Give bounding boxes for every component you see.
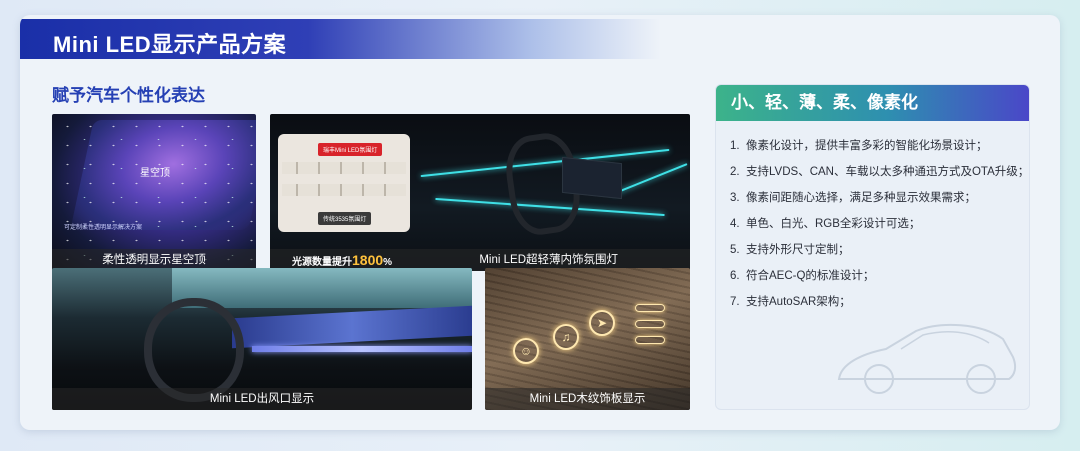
control-bar xyxy=(635,320,665,328)
wood-panel-caption: Mini LED木纹饰板显示 xyxy=(485,388,690,410)
led-strip xyxy=(282,184,406,196)
list-item: 1. 像素化设计，提供丰富多彩的智能化场景设计； xyxy=(730,140,988,152)
music-note-icon: ♫ xyxy=(553,324,579,350)
wood-panel-image: ☺ ♫ ➤ Mini LED木纹饰板显示 xyxy=(485,268,690,410)
control-bar xyxy=(635,336,665,344)
list-item: 5. 支持外形尺寸定制； xyxy=(730,244,850,256)
boost-label: 光源数量提升 xyxy=(292,257,352,268)
list-item: 2. 支持LVDS、CAN、车载以太多种通迅方式及OTA升级； xyxy=(730,166,1030,178)
boost-stat: 光源数量提升1800% xyxy=(292,252,392,268)
starry-roof-note: 可定制柔性透明显示解决方案 xyxy=(64,225,143,231)
features-list: 1. 像素化设计，提供丰富多彩的智能化场景设计； 2. 支持LVDS、CAN、车载以… xyxy=(716,121,1029,315)
comparison-inset: 瑞丰Mini LED氛围灯 传统3535氛围灯 xyxy=(278,134,410,232)
starry-roof-image: 星空顶 可定制柔性透明显示解决方案 柔性透明显示星空顶 xyxy=(52,114,256,271)
list-item: 4. 单色、白光、RGB全彩设计可选； xyxy=(730,218,921,230)
car-outline-icon xyxy=(837,323,1017,394)
led-strip xyxy=(282,162,406,174)
stars-pattern xyxy=(52,114,256,271)
title-bar: Mini LED显示产品方案 xyxy=(20,19,660,59)
slide-card: Mini LED显示产品方案 赋予汽车个性化表达 星空顶 可定制柔性透明显示解决… xyxy=(20,15,1060,430)
ambient-light-strip xyxy=(612,163,688,195)
boost-value: 1800 xyxy=(352,252,384,268)
face-icon: ☺ xyxy=(513,338,539,364)
features-panel-title: 小、轻、薄、柔、像素化 xyxy=(716,85,1029,121)
air-vent-display xyxy=(252,346,472,352)
air-vent-caption: Mini LED出风口显示 xyxy=(52,388,472,410)
navigation-icon: ➤ xyxy=(589,310,615,336)
air-vent-image: Mini LED出风口显示 xyxy=(52,268,472,410)
traditional-led-tag: 传统3535氛围灯 xyxy=(318,212,372,225)
list-item: 6. 符合AEC-Q的标准设计； xyxy=(730,270,875,282)
page-title: Mini LED显示产品方案 xyxy=(53,32,287,57)
mini-led-tag: 瑞丰Mini LED氛围灯 xyxy=(318,143,383,156)
dashboard-screen xyxy=(562,156,622,200)
boost-unit: % xyxy=(383,257,393,268)
starry-roof-label: 星空顶 xyxy=(140,168,170,179)
steering-wheel xyxy=(144,298,244,402)
section-subtitle: 赋予汽车个性化表达 xyxy=(52,86,205,105)
control-bar xyxy=(635,304,665,312)
ambient-light-image: 瑞丰Mini LED氛围灯 传统3535氛围灯 Mini LED超轻薄内饰氛围灯… xyxy=(270,114,690,271)
list-item: 3. 像素间距随心选择，满足多种显示效果需求； xyxy=(730,192,976,204)
windshield xyxy=(172,268,472,308)
dashboard-screen xyxy=(232,305,472,349)
features-panel: 小、轻、薄、柔、像素化 1. 像素化设计，提供丰富多彩的智能化场景设计； 2. 支持… xyxy=(715,84,1030,410)
